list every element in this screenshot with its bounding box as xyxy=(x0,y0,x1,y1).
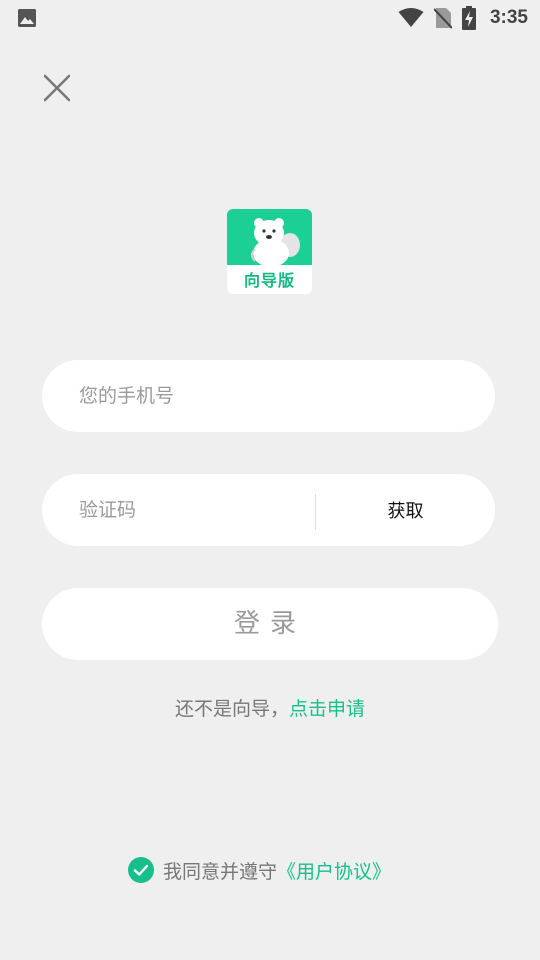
user-agreement-link[interactable]: 《用户协议》 xyxy=(277,857,391,884)
battery-charging-icon xyxy=(461,6,476,30)
apply-prompt: 还不是向导，点击申请 xyxy=(0,694,540,721)
logo-text: 向导版 xyxy=(243,271,295,290)
wifi-icon xyxy=(398,8,424,27)
no-sim-icon xyxy=(433,8,452,29)
app-logo: 向导版 xyxy=(227,209,312,294)
status-bar: 3:35 xyxy=(0,0,540,36)
status-icons: 3:35 xyxy=(398,4,528,32)
agreement-row: 我同意并遵守 《用户协议》 xyxy=(128,856,391,884)
status-time: 3:35 xyxy=(489,7,528,28)
image-notification-icon xyxy=(18,9,36,27)
login-button[interactable]: 登录 xyxy=(42,588,498,660)
apply-prefix: 还不是向导， xyxy=(174,698,289,720)
phone-field[interactable] xyxy=(42,360,495,432)
agreement-prefix: 我同意并遵守 xyxy=(163,860,278,883)
phone-input[interactable] xyxy=(79,382,469,410)
bear-mascot-icon xyxy=(251,218,300,267)
verification-code-field[interactable]: 获取 xyxy=(42,474,495,546)
checked-circle-icon[interactable] xyxy=(128,857,154,883)
apply-link[interactable]: 点击申请 xyxy=(289,698,365,720)
verification-code-input[interactable] xyxy=(79,496,309,524)
close-icon[interactable] xyxy=(40,71,74,105)
get-code-button[interactable]: 获取 xyxy=(316,474,495,546)
